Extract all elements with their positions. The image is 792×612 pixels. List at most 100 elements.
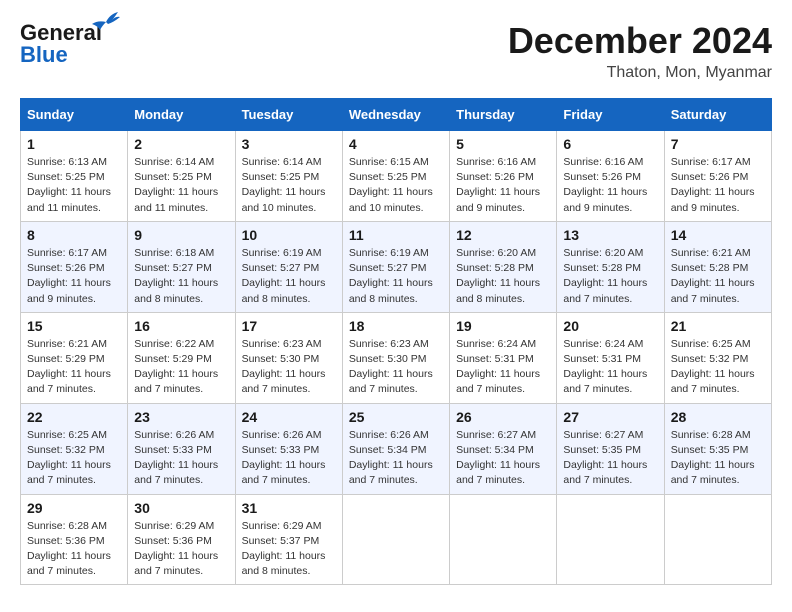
calendar-week-3: 15 Sunrise: 6:21 AMSunset: 5:29 PMDaylig… bbox=[21, 312, 772, 403]
title-area: December 2024 Thaton, Mon, Myanmar bbox=[508, 20, 772, 82]
day-info: Sunrise: 6:23 AMSunset: 5:30 PMDaylight:… bbox=[349, 338, 433, 396]
day-number: 3 bbox=[242, 136, 336, 152]
calendar-day-1: 1 Sunrise: 6:13 AMSunset: 5:25 PMDayligh… bbox=[21, 131, 128, 222]
day-info: Sunrise: 6:29 AMSunset: 5:37 PMDaylight:… bbox=[242, 520, 326, 578]
day-info: Sunrise: 6:14 AMSunset: 5:25 PMDaylight:… bbox=[134, 156, 218, 214]
calendar-day-19: 19 Sunrise: 6:24 AMSunset: 5:31 PMDaylig… bbox=[450, 312, 557, 403]
day-number: 23 bbox=[134, 409, 228, 425]
day-number: 14 bbox=[671, 227, 765, 243]
day-info: Sunrise: 6:22 AMSunset: 5:29 PMDaylight:… bbox=[134, 338, 218, 396]
day-number: 29 bbox=[27, 500, 121, 516]
day-info: Sunrise: 6:28 AMSunset: 5:36 PMDaylight:… bbox=[27, 520, 111, 578]
calendar-day-29: 29 Sunrise: 6:28 AMSunset: 5:36 PMDaylig… bbox=[21, 494, 128, 585]
day-number: 10 bbox=[242, 227, 336, 243]
calendar-day-20: 20 Sunrise: 6:24 AMSunset: 5:31 PMDaylig… bbox=[557, 312, 664, 403]
logo-general: General bbox=[20, 20, 102, 45]
calendar-day-30: 30 Sunrise: 6:29 AMSunset: 5:36 PMDaylig… bbox=[128, 494, 235, 585]
day-info: Sunrise: 6:18 AMSunset: 5:27 PMDaylight:… bbox=[134, 247, 218, 305]
calendar-day-2: 2 Sunrise: 6:14 AMSunset: 5:25 PMDayligh… bbox=[128, 131, 235, 222]
calendar-day-9: 9 Sunrise: 6:18 AMSunset: 5:27 PMDayligh… bbox=[128, 221, 235, 312]
calendar-day-23: 23 Sunrise: 6:26 AMSunset: 5:33 PMDaylig… bbox=[128, 403, 235, 494]
day-number: 7 bbox=[671, 136, 765, 152]
day-number: 5 bbox=[456, 136, 550, 152]
day-number: 1 bbox=[27, 136, 121, 152]
day-info: Sunrise: 6:17 AMSunset: 5:26 PMDaylight:… bbox=[671, 156, 755, 214]
day-info: Sunrise: 6:14 AMSunset: 5:25 PMDaylight:… bbox=[242, 156, 326, 214]
weekday-header-saturday: Saturday bbox=[664, 99, 771, 131]
day-number: 17 bbox=[242, 318, 336, 334]
calendar-day-15: 15 Sunrise: 6:21 AMSunset: 5:29 PMDaylig… bbox=[21, 312, 128, 403]
calendar-day-22: 22 Sunrise: 6:25 AMSunset: 5:32 PMDaylig… bbox=[21, 403, 128, 494]
day-number: 6 bbox=[563, 136, 657, 152]
day-number: 25 bbox=[349, 409, 443, 425]
empty-cell bbox=[664, 494, 771, 585]
month-title: December 2024 bbox=[508, 20, 772, 62]
calendar-day-25: 25 Sunrise: 6:26 AMSunset: 5:34 PMDaylig… bbox=[342, 403, 449, 494]
calendar-day-11: 11 Sunrise: 6:19 AMSunset: 5:27 PMDaylig… bbox=[342, 221, 449, 312]
day-number: 9 bbox=[134, 227, 228, 243]
day-info: Sunrise: 6:27 AMSunset: 5:35 PMDaylight:… bbox=[563, 429, 647, 487]
weekday-header-tuesday: Tuesday bbox=[235, 99, 342, 131]
day-number: 20 bbox=[563, 318, 657, 334]
day-number: 31 bbox=[242, 500, 336, 516]
calendar-day-14: 14 Sunrise: 6:21 AMSunset: 5:28 PMDaylig… bbox=[664, 221, 771, 312]
day-number: 18 bbox=[349, 318, 443, 334]
calendar-day-5: 5 Sunrise: 6:16 AMSunset: 5:26 PMDayligh… bbox=[450, 131, 557, 222]
calendar-table: SundayMondayTuesdayWednesdayThursdayFrid… bbox=[20, 98, 772, 585]
calendar-day-8: 8 Sunrise: 6:17 AMSunset: 5:26 PMDayligh… bbox=[21, 221, 128, 312]
day-number: 12 bbox=[456, 227, 550, 243]
day-info: Sunrise: 6:17 AMSunset: 5:26 PMDaylight:… bbox=[27, 247, 111, 305]
day-info: Sunrise: 6:16 AMSunset: 5:26 PMDaylight:… bbox=[563, 156, 647, 214]
day-number: 15 bbox=[27, 318, 121, 334]
weekday-header-row: SundayMondayTuesdayWednesdayThursdayFrid… bbox=[21, 99, 772, 131]
calendar-day-10: 10 Sunrise: 6:19 AMSunset: 5:27 PMDaylig… bbox=[235, 221, 342, 312]
calendar-day-3: 3 Sunrise: 6:14 AMSunset: 5:25 PMDayligh… bbox=[235, 131, 342, 222]
calendar-day-16: 16 Sunrise: 6:22 AMSunset: 5:29 PMDaylig… bbox=[128, 312, 235, 403]
day-info: Sunrise: 6:20 AMSunset: 5:28 PMDaylight:… bbox=[563, 247, 647, 305]
empty-cell bbox=[342, 494, 449, 585]
calendar-day-21: 21 Sunrise: 6:25 AMSunset: 5:32 PMDaylig… bbox=[664, 312, 771, 403]
day-info: Sunrise: 6:26 AMSunset: 5:33 PMDaylight:… bbox=[134, 429, 218, 487]
weekday-header-friday: Friday bbox=[557, 99, 664, 131]
day-info: Sunrise: 6:26 AMSunset: 5:33 PMDaylight:… bbox=[242, 429, 326, 487]
day-info: Sunrise: 6:21 AMSunset: 5:28 PMDaylight:… bbox=[671, 247, 755, 305]
calendar-day-28: 28 Sunrise: 6:28 AMSunset: 5:35 PMDaylig… bbox=[664, 403, 771, 494]
calendar-day-7: 7 Sunrise: 6:17 AMSunset: 5:26 PMDayligh… bbox=[664, 131, 771, 222]
calendar-week-2: 8 Sunrise: 6:17 AMSunset: 5:26 PMDayligh… bbox=[21, 221, 772, 312]
day-number: 13 bbox=[563, 227, 657, 243]
day-number: 27 bbox=[563, 409, 657, 425]
calendar-week-4: 22 Sunrise: 6:25 AMSunset: 5:32 PMDaylig… bbox=[21, 403, 772, 494]
day-info: Sunrise: 6:24 AMSunset: 5:31 PMDaylight:… bbox=[563, 338, 647, 396]
day-info: Sunrise: 6:28 AMSunset: 5:35 PMDaylight:… bbox=[671, 429, 755, 487]
day-info: Sunrise: 6:15 AMSunset: 5:25 PMDaylight:… bbox=[349, 156, 433, 214]
day-info: Sunrise: 6:20 AMSunset: 5:28 PMDaylight:… bbox=[456, 247, 540, 305]
empty-cell bbox=[557, 494, 664, 585]
calendar-day-31: 31 Sunrise: 6:29 AMSunset: 5:37 PMDaylig… bbox=[235, 494, 342, 585]
day-info: Sunrise: 6:25 AMSunset: 5:32 PMDaylight:… bbox=[671, 338, 755, 396]
day-number: 4 bbox=[349, 136, 443, 152]
calendar-day-18: 18 Sunrise: 6:23 AMSunset: 5:30 PMDaylig… bbox=[342, 312, 449, 403]
day-number: 2 bbox=[134, 136, 228, 152]
location-title: Thaton, Mon, Myanmar bbox=[508, 64, 772, 82]
day-info: Sunrise: 6:19 AMSunset: 5:27 PMDaylight:… bbox=[349, 247, 433, 305]
calendar-day-17: 17 Sunrise: 6:23 AMSunset: 5:30 PMDaylig… bbox=[235, 312, 342, 403]
day-info: Sunrise: 6:19 AMSunset: 5:27 PMDaylight:… bbox=[242, 247, 326, 305]
day-number: 30 bbox=[134, 500, 228, 516]
calendar-day-4: 4 Sunrise: 6:15 AMSunset: 5:25 PMDayligh… bbox=[342, 131, 449, 222]
day-info: Sunrise: 6:13 AMSunset: 5:25 PMDaylight:… bbox=[27, 156, 111, 214]
calendar-day-13: 13 Sunrise: 6:20 AMSunset: 5:28 PMDaylig… bbox=[557, 221, 664, 312]
day-number: 21 bbox=[671, 318, 765, 334]
weekday-header-thursday: Thursday bbox=[450, 99, 557, 131]
day-number: 16 bbox=[134, 318, 228, 334]
day-number: 11 bbox=[349, 227, 443, 243]
calendar-day-6: 6 Sunrise: 6:16 AMSunset: 5:26 PMDayligh… bbox=[557, 131, 664, 222]
calendar-week-1: 1 Sunrise: 6:13 AMSunset: 5:25 PMDayligh… bbox=[21, 131, 772, 222]
day-number: 26 bbox=[456, 409, 550, 425]
logo-bird-icon bbox=[92, 12, 120, 32]
day-info: Sunrise: 6:29 AMSunset: 5:36 PMDaylight:… bbox=[134, 520, 218, 578]
empty-cell bbox=[450, 494, 557, 585]
day-number: 24 bbox=[242, 409, 336, 425]
page-header: General Blue December 2024 Thaton, Mon, … bbox=[20, 20, 772, 82]
calendar-week-5: 29 Sunrise: 6:28 AMSunset: 5:36 PMDaylig… bbox=[21, 494, 772, 585]
calendar-day-26: 26 Sunrise: 6:27 AMSunset: 5:34 PMDaylig… bbox=[450, 403, 557, 494]
